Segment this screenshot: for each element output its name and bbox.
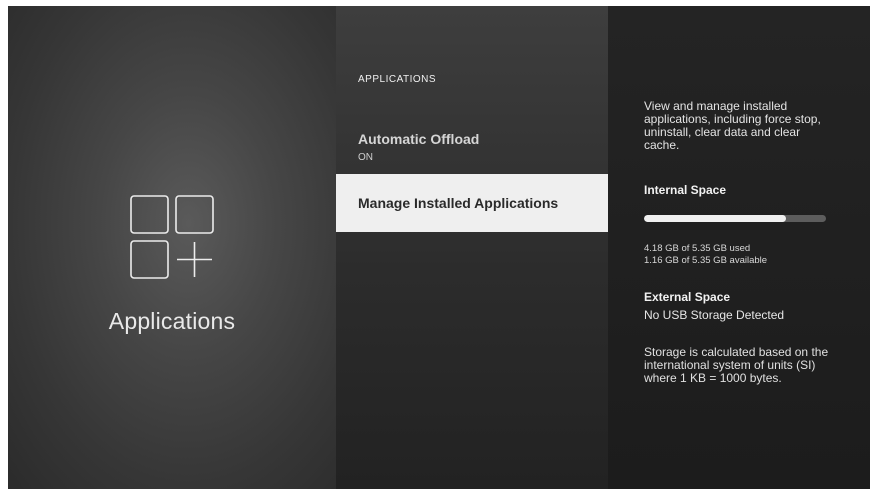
external-space-value: No USB Storage Detected [644, 308, 785, 322]
category-title: Applications [108, 308, 236, 334]
internal-space-heading: Internal Space [644, 183, 727, 197]
internal-available-text: 1.16 GB of 5.35 GB available [644, 255, 768, 266]
description-text: View and manage installed applications, … [644, 99, 821, 152]
menu-item-automatic-offload[interactable]: Automatic Offload ON [336, 131, 608, 171]
category-panel: Applications [8, 6, 336, 489]
internal-storage-bar [644, 215, 826, 222]
storage-note: Storage is calculated based on the inter… [644, 345, 829, 385]
menu-section-header: APPLICATIONS [358, 74, 437, 85]
menu-item-label: Manage Installed Applications [358, 195, 559, 211]
menu-item-value: ON [358, 152, 373, 163]
menu-item-label: Automatic Offload [358, 131, 480, 147]
menu-item-manage-installed-applications[interactable]: Manage Installed Applications [336, 174, 608, 232]
details-panel: View and manage installed applications, … [608, 6, 870, 489]
external-space-heading: External Space [644, 290, 731, 304]
internal-used-text: 4.18 GB of 5.35 GB used [644, 243, 751, 254]
settings-screen: Applications APPLICATIONS Automatic Offl… [8, 6, 870, 489]
internal-storage-bar-fill [644, 215, 786, 222]
apps-grid-plus-icon [130, 195, 214, 279]
settings-menu: APPLICATIONS Automatic Offload ON Manage… [336, 6, 608, 489]
